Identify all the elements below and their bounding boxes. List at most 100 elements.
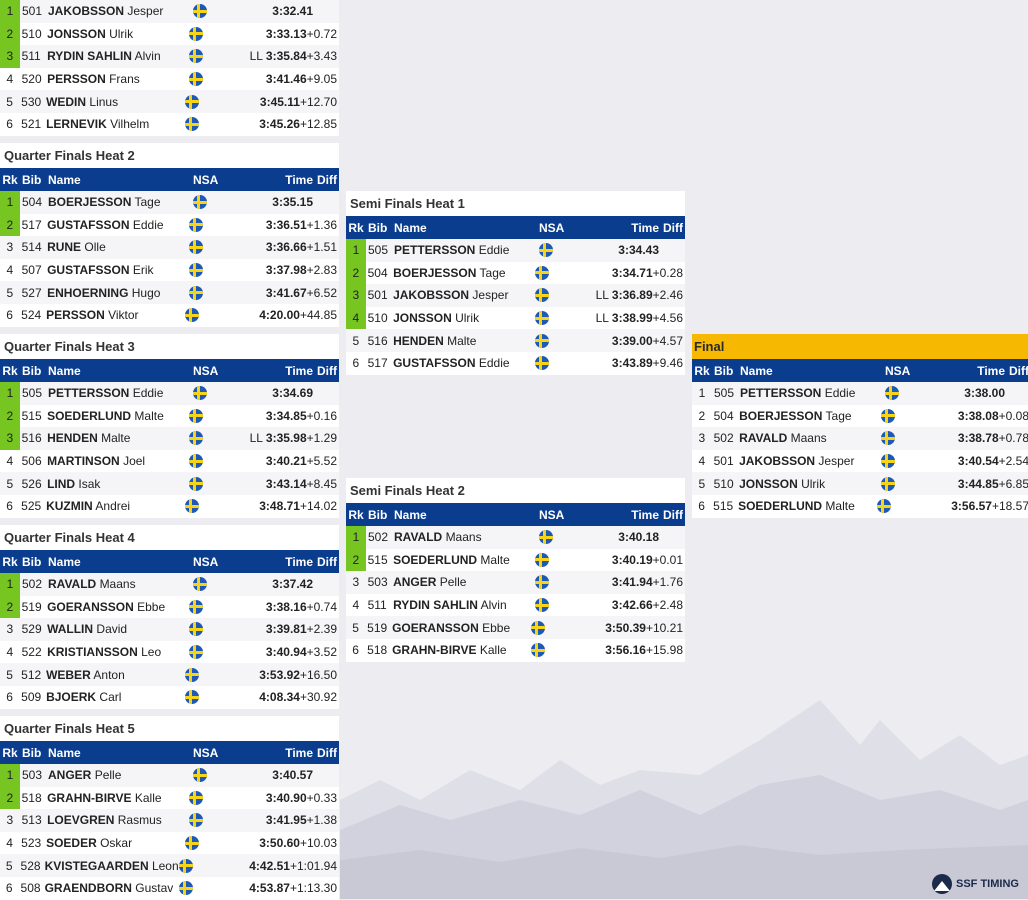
result-row[interactable]: 5 530 WEDIN Linus 3:45.11 +12.70	[0, 90, 339, 113]
result-row[interactable]: 3 529 WALLIN David 3:39.81 +2.39	[0, 618, 339, 641]
result-row[interactable]: 2 504 BOERJESSON Tage 3:38.08 +0.08	[692, 404, 1028, 428]
athlete-name[interactable]: ENHOERNING Hugo	[47, 286, 189, 300]
ssf-timing-logo[interactable]: SSF TIMING	[932, 874, 1019, 894]
result-row[interactable]: 1 505 PETTERSSON Eddie 3:34.69	[0, 382, 339, 405]
athlete-name[interactable]: JONSSON Ulrik	[739, 477, 881, 491]
athlete-name[interactable]: GRAHN-BIRVE Kalle	[47, 791, 189, 805]
athlete-name[interactable]: ANGER Pelle	[393, 575, 535, 589]
result-row[interactable]: 1 502 RAVALD Maans 3:37.42	[0, 573, 339, 596]
result-row[interactable]: 1 505 PETTERSSON Eddie 3:34.43	[346, 239, 685, 262]
result-row[interactable]: 5 510 JONSSON Ulrik 3:44.85 +6.85	[692, 472, 1028, 495]
result-row[interactable]: 1 505 PETTERSSON Eddie 3:38.00	[692, 382, 1028, 405]
athlete-name[interactable]: GRAENDBORN Gustav	[45, 881, 179, 895]
athlete-name[interactable]: HENDEN Malte	[393, 334, 535, 348]
athlete-name[interactable]: SOEDER Oskar	[46, 836, 185, 850]
result-row[interactable]: 1 502 RAVALD Maans 3:40.18	[346, 526, 685, 549]
athlete-name[interactable]: GUSTAFSSON Eddie	[47, 218, 189, 232]
result-row[interactable]: 4 523 SOEDER Oskar 3:50.60 +10.03	[0, 831, 339, 855]
result-row[interactable]: 6 509 BJOERK Carl 4:08.34 +30.92	[0, 685, 339, 709]
result-row[interactable]: 4 522 KRISTIANSSON Leo 3:40.94 +3.52	[0, 640, 339, 664]
athlete-name[interactable]: GOERANSSON Ebbe	[392, 621, 531, 635]
result-row[interactable]: 1 504 BOERJESSON Tage 3:35.15	[0, 191, 339, 214]
result-row[interactable]: 4 501 JAKOBSSON Jesper 3:40.54 +2.54	[692, 449, 1028, 473]
athlete-name[interactable]: LOEVGREN Rasmus	[47, 813, 189, 827]
result-row[interactable]: 5 519 GOERANSSON Ebbe 3:50.39 +10.21	[346, 616, 685, 639]
result-row[interactable]: 6 508 GRAENDBORN Gustav 4:53.87 +1:13.30	[0, 876, 339, 900]
result-row[interactable]: 2 504 BOERJESSON Tage 3:34.71 +0.28	[346, 261, 685, 285]
athlete-name[interactable]: JONSSON Ulrik	[393, 311, 535, 325]
athlete-name[interactable]: RYDIN SAHLIN Alvin	[393, 598, 535, 612]
athlete-name[interactable]: GUSTAFSSON Eddie	[393, 356, 535, 370]
athlete-name[interactable]: JAKOBSSON Jesper	[739, 454, 881, 468]
result-row[interactable]: 1 501 JAKOBSSON Jesper 3:32.41	[0, 0, 339, 23]
athlete-name[interactable]: RAVALD Maans	[48, 577, 193, 591]
athlete-name[interactable]: RAVALD Maans	[739, 431, 881, 445]
athlete-name[interactable]: JAKOBSSON Jesper	[393, 288, 535, 302]
result-row[interactable]: 3 514 RUNE Olle 3:36.66 +1.51	[0, 236, 339, 259]
result-row[interactable]: 4 506 MARTINSON Joel 3:40.21 +5.52	[0, 449, 339, 473]
athlete-name[interactable]: BOERJESSON Tage	[393, 266, 535, 280]
result-row[interactable]: 6 518 GRAHN-BIRVE Kalle 3:56.16 +15.98	[346, 638, 685, 662]
athlete-name[interactable]: RAVALD Maans	[394, 530, 539, 544]
athlete-name[interactable]: GRAHN-BIRVE Kalle	[392, 643, 531, 657]
result-row[interactable]: 2 510 JONSSON Ulrik 3:33.13 +0.72	[0, 22, 339, 46]
athlete-name[interactable]: ANGER Pelle	[48, 768, 193, 782]
athlete-name[interactable]: PERSSON Frans	[47, 72, 189, 86]
result-row[interactable]: 6 521 LERNEVIK Vilhelm 3:45.26 +12.85	[0, 112, 339, 136]
athlete-name[interactable]: PETTERSSON Eddie	[48, 386, 193, 400]
athlete-name[interactable]: GUSTAFSSON Erik	[47, 263, 189, 277]
athlete-name[interactable]: LERNEVIK Vilhelm	[46, 117, 185, 131]
result-row[interactable]: 4 511 RYDIN SAHLIN Alvin 3:42.66 +2.48	[346, 593, 685, 617]
time-cell: 4:20.00	[218, 308, 300, 322]
athlete-name[interactable]: WEBER Anton	[46, 668, 185, 682]
result-row[interactable]: 5 526 LIND Isak 3:43.14 +8.45	[0, 472, 339, 495]
result-row[interactable]: 2 519 GOERANSSON Ebbe 3:38.16 +0.74	[0, 595, 339, 619]
athlete-name[interactable]: BOERJESSON Tage	[48, 195, 193, 209]
athlete-name[interactable]: MARTINSON Joel	[47, 454, 189, 468]
result-row[interactable]: 2 515 SOEDERLUND Malte 3:40.19 +0.01	[346, 548, 685, 572]
result-row[interactable]: 2 517 GUSTAFSSON Eddie 3:36.51 +1.36	[0, 213, 339, 237]
result-row[interactable]: 5 516 HENDEN Malte 3:39.00 +4.57	[346, 329, 685, 352]
athlete-name[interactable]: SOEDERLUND Malte	[738, 499, 877, 513]
athlete-name[interactable]: RUNE Olle	[47, 240, 189, 254]
athlete-name[interactable]: KRISTIANSSON Leo	[47, 645, 189, 659]
result-row[interactable]: 1 503 ANGER Pelle 3:40.57	[0, 764, 339, 787]
athlete-name[interactable]: JONSSON Ulrik	[47, 27, 189, 41]
result-row[interactable]: 4 520 PERSSON Frans 3:41.46 +9.05	[0, 67, 339, 91]
athlete-name[interactable]: RYDIN SAHLIN Alvin	[47, 49, 189, 63]
athlete-name[interactable]: WALLIN David	[47, 622, 189, 636]
athlete-name[interactable]: BJOERK Carl	[46, 690, 185, 704]
result-row[interactable]: 5 528 KVISTEGAARDEN Leon 4:42.51 +1:01.94	[0, 854, 339, 877]
athlete-name[interactable]: GOERANSSON Ebbe	[47, 600, 189, 614]
result-row[interactable]: 2 518 GRAHN-BIRVE Kalle 3:40.90 +0.33	[0, 786, 339, 810]
result-row[interactable]: 6 515 SOEDERLUND Malte 3:56.57 +18.57	[692, 494, 1028, 518]
result-row[interactable]: 4 507 GUSTAFSSON Erik 3:37.98 +2.83	[0, 258, 339, 282]
athlete-name[interactable]: LIND Isak	[47, 477, 189, 491]
athlete-name[interactable]: BOERJESSON Tage	[739, 409, 881, 423]
athlete-name[interactable]: PETTERSSON Eddie	[740, 386, 885, 400]
result-row[interactable]: 3 513 LOEVGREN Rasmus 3:41.95 +1.38	[0, 809, 339, 832]
athlete-name[interactable]: KUZMIN Andrei	[46, 499, 185, 513]
result-row[interactable]: 6 517 GUSTAFSSON Eddie 3:43.89 +9.46	[346, 351, 685, 375]
athlete-name[interactable]: SOEDERLUND Malte	[47, 409, 189, 423]
diff-cell: +15.98	[645, 643, 683, 658]
athlete-name[interactable]: SOEDERLUND Malte	[393, 553, 535, 567]
result-row[interactable]: 5 512 WEBER Anton 3:53.92 +16.50	[0, 663, 339, 686]
athlete-name[interactable]: JAKOBSSON Jesper	[48, 4, 193, 18]
athlete-name[interactable]: PERSSON Viktor	[46, 308, 185, 322]
athlete-name[interactable]: PETTERSSON Eddie	[394, 243, 539, 257]
result-row[interactable]: 4 510 JONSSON Ulrik LL 3:38.99 +4.56	[346, 306, 685, 330]
result-row[interactable]: 2 515 SOEDERLUND Malte 3:34.85 +0.16	[0, 404, 339, 428]
result-row[interactable]: 3 511 RYDIN SAHLIN Alvin LL 3:35.84 +3.43	[0, 45, 339, 68]
result-row[interactable]: 5 527 ENHOERNING Hugo 3:41.67 +6.52	[0, 281, 339, 304]
result-row[interactable]: 3 503 ANGER Pelle 3:41.94 +1.76	[346, 571, 685, 594]
result-row[interactable]: 6 524 PERSSON Viktor 4:20.00 +44.85	[0, 303, 339, 327]
result-row[interactable]: 3 501 JAKOBSSON Jesper LL 3:36.89 +2.46	[346, 284, 685, 307]
result-row[interactable]: 3 516 HENDEN Malte LL 3:35.98 +1.29	[0, 427, 339, 450]
athlete-name[interactable]: HENDEN Malte	[47, 431, 189, 445]
result-row[interactable]: 3 502 RAVALD Maans 3:38.78 +0.78	[692, 427, 1028, 450]
athlete-name[interactable]: WEDIN Linus	[46, 95, 185, 109]
time-cell: 3:53.92	[218, 668, 300, 682]
athlete-name[interactable]: KVISTEGAARDEN Leon	[45, 859, 179, 873]
result-row[interactable]: 6 525 KUZMIN Andrei 3:48.71 +14.02	[0, 494, 339, 518]
